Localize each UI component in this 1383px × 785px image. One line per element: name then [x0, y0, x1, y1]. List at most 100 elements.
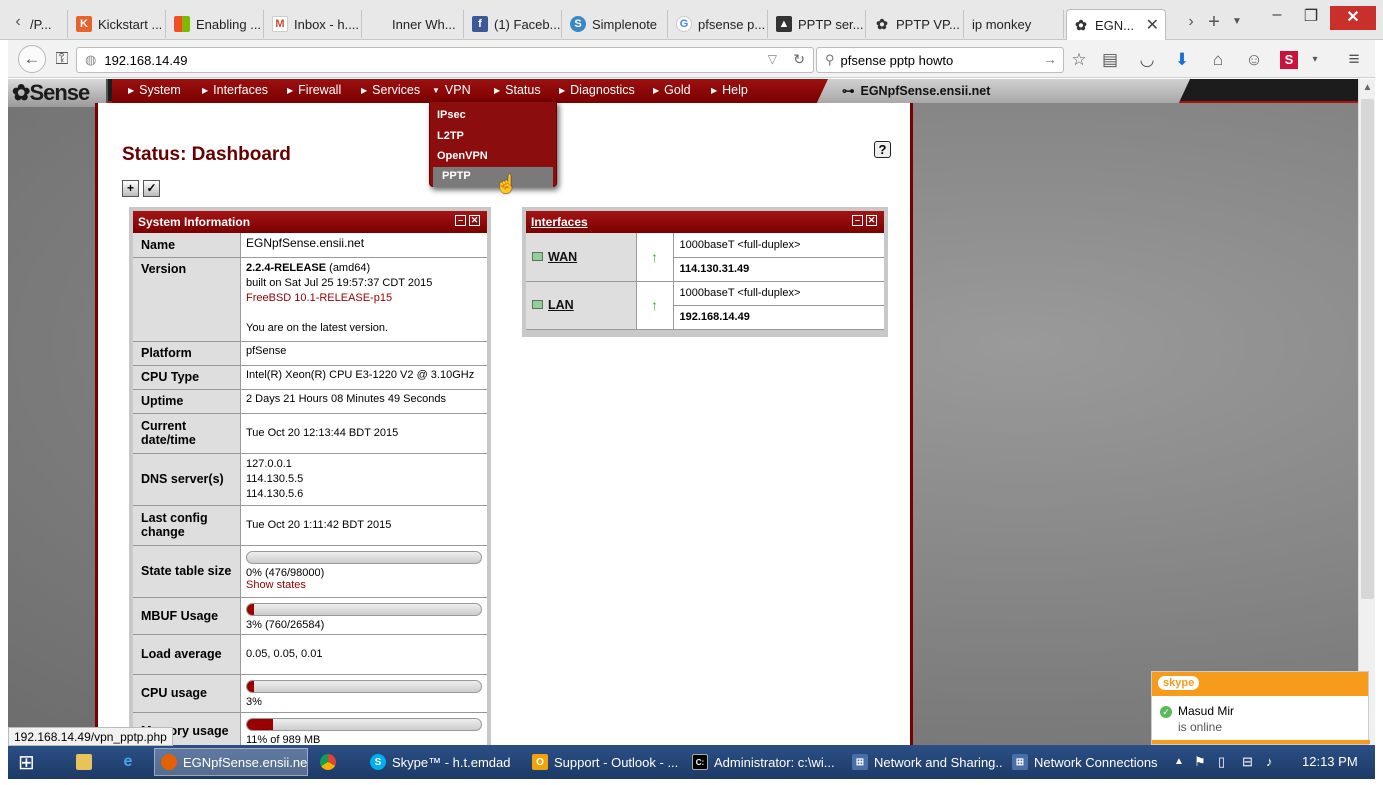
- skype-taskbar-button[interactable]: S Skype™ - h.t.emdad: [364, 748, 522, 776]
- bookmark-star-icon[interactable]: ☆: [1068, 49, 1090, 71]
- network-tray-icon[interactable]: ⊟: [1242, 754, 1253, 770]
- menu-gold[interactable]: ▶ Gold: [653, 83, 691, 97]
- file-explorer-taskbar-button[interactable]: [70, 748, 100, 776]
- page-scrollbar[interactable]: ▲: [1358, 79, 1375, 745]
- menu-system[interactable]: ▶ System: [128, 83, 181, 97]
- url-bar[interactable]: ◍ 192.168.14.49 ▽ ↻: [76, 47, 814, 73]
- network-node-icon: ⊶: [842, 84, 855, 98]
- browser-tab[interactable]: Enabling ...: [168, 10, 264, 38]
- skype-logo: skype: [1158, 676, 1200, 690]
- save-settings-icon[interactable]: ✓: [143, 180, 160, 197]
- addon-s-icon[interactable]: S: [1280, 51, 1298, 69]
- interfaces-title-link[interactable]: Interfaces: [531, 215, 588, 229]
- flag-icon[interactable]: ⚑: [1194, 754, 1206, 770]
- hamburger-menu-icon[interactable]: ≡: [1343, 49, 1365, 71]
- gmail-icon: M: [272, 16, 288, 32]
- interface-name[interactable]: WAN: [548, 250, 577, 264]
- back-button[interactable]: ←: [18, 45, 46, 73]
- browser-tab[interactable]: ▲ PPTP ser...: [770, 10, 866, 38]
- url-text: 192.168.14.49: [104, 52, 188, 68]
- firefox-taskbar-button[interactable]: EGNpfSense.ensii.net...: [154, 748, 308, 776]
- pfsense-logo[interactable]: ✿Sense: [8, 79, 108, 107]
- browser-tab[interactable]: f (1) Faceb...: [466, 10, 562, 38]
- close-tab-icon[interactable]: ✕: [1146, 15, 1159, 35]
- key-icon[interactable]: ⚿: [50, 47, 74, 71]
- simplenote-icon: S: [570, 16, 586, 32]
- skype-icon: S: [370, 754, 386, 770]
- menu-status[interactable]: ▶ Status: [494, 83, 541, 97]
- windows-start-icon[interactable]: ⊞: [18, 750, 35, 775]
- menu-interfaces[interactable]: ▶ Interfaces: [202, 83, 268, 97]
- search-go-icon[interactable]: →: [1043, 51, 1057, 67]
- memory-cell: 11% of 989 MB: [240, 712, 487, 745]
- new-tab-icon[interactable]: +: [1206, 12, 1222, 32]
- interface-name-cell[interactable]: WAN: [526, 233, 637, 282]
- bookmarks-menu-icon[interactable]: ▤: [1099, 49, 1121, 71]
- reload-icon[interactable]: ↻: [793, 51, 805, 68]
- interface-name-cell[interactable]: LAN: [526, 281, 637, 330]
- browser-tab[interactable]: /P...: [24, 10, 68, 38]
- vpn-menu-l2tp[interactable]: L2TP: [430, 127, 556, 147]
- close-widget-icon[interactable]: ✕: [866, 215, 877, 226]
- vpn-menu-openvpn[interactable]: OpenVPN: [430, 147, 556, 167]
- pfsense-tab-icon: ✿: [876, 15, 888, 32]
- power-icon[interactable]: ▯: [1218, 754, 1225, 770]
- tab-scroll-right-icon[interactable]: ›: [1183, 12, 1199, 32]
- menu-firewall[interactable]: ▶ Firewall: [287, 83, 341, 97]
- tab-label: Simplenote: [592, 16, 658, 32]
- globe-icon: ◍: [85, 52, 97, 67]
- search-bar[interactable]: ⚲ pfsense pptp howto →: [816, 47, 1064, 73]
- outlook-taskbar-button[interactable]: O Support - Outlook - ...: [526, 748, 682, 776]
- table-row: Uptime 2 Days 21 Hours 08 Minutes 49 Sec…: [133, 389, 487, 414]
- volume-icon[interactable]: ♪: [1266, 754, 1273, 769]
- pocket-icon[interactable]: ◡: [1136, 49, 1158, 71]
- scroll-thumb[interactable]: [1361, 99, 1374, 599]
- browser-tab[interactable]: G pfsense p...: [670, 10, 768, 38]
- url-dropdown-icon[interactable]: ▽: [768, 52, 777, 66]
- browser-tab[interactable]: S Simplenote: [564, 10, 668, 38]
- browser-tab[interactable]: K Kickstart ...: [70, 10, 166, 38]
- row-value: EGNpfSense.ensii.net: [240, 233, 487, 258]
- show-hidden-icons-icon[interactable]: ▲: [1174, 756, 1184, 767]
- interface-name[interactable]: LAN: [548, 298, 574, 312]
- chrome-taskbar-button[interactable]: [314, 748, 360, 776]
- taskbar-label: EGNpfSense.ensii.net...: [183, 754, 308, 770]
- addon-dropdown-icon[interactable]: ▾: [1304, 49, 1326, 71]
- close-window-icon[interactable]: ✕: [1330, 6, 1376, 30]
- browser-tab[interactable]: M Inbox - h....: [266, 10, 362, 38]
- vpn-menu-ipsec[interactable]: IPsec: [430, 106, 556, 126]
- show-states-link[interactable]: Show states: [246, 579, 306, 591]
- tab-list-icon[interactable]: ▼: [1229, 12, 1245, 32]
- help-icon[interactable]: ?: [874, 141, 891, 158]
- browser-tab[interactable]: Inner Wh...: [364, 10, 464, 38]
- minimize-widget-icon[interactable]: –: [852, 215, 863, 226]
- minimize-widget-icon[interactable]: –: [455, 215, 466, 226]
- search-input[interactable]: pfsense pptp howto: [841, 53, 954, 68]
- skype-notification[interactable]: skype ✓ Masud Mir is online: [1151, 671, 1370, 745]
- ie-taskbar-button[interactable]: e: [114, 748, 144, 776]
- browser-tab[interactable]: ✿ PPTP VP...: [868, 10, 964, 38]
- close-widget-icon[interactable]: ✕: [469, 215, 480, 226]
- scroll-up-icon[interactable]: ▲: [1359, 79, 1376, 96]
- network-sharing-taskbar-button[interactable]: ⊞ Network and Sharing...: [846, 748, 1002, 776]
- network-connections-taskbar-button[interactable]: ⊞ Network Connections: [1006, 748, 1162, 776]
- minimize-window-icon[interactable]: ‒: [1262, 6, 1292, 24]
- taskbar-clock[interactable]: 12:13 PM: [1302, 754, 1358, 769]
- menu-diagnostics[interactable]: ▶ Diagnostics: [559, 83, 635, 97]
- home-icon[interactable]: ⌂: [1207, 49, 1229, 71]
- downloads-icon[interactable]: ⬇: [1171, 49, 1193, 71]
- menu-services[interactable]: ▶ Services: [361, 83, 420, 97]
- browser-tab-active[interactable]: ✿ EGN... ✕: [1066, 9, 1166, 40]
- tab-label: PPTP VP...: [896, 16, 960, 32]
- hello-icon[interactable]: ☺: [1243, 49, 1265, 71]
- table-row: Load average 0.05, 0.05, 0.01: [133, 634, 487, 675]
- add-widget-icon[interactable]: +: [122, 180, 139, 197]
- restore-window-icon[interactable]: ❐: [1296, 6, 1326, 26]
- taskbar-label: Network and Sharing...: [874, 754, 1002, 770]
- cmd-taskbar-button[interactable]: C: Administrator: c:\wi...: [686, 748, 842, 776]
- menu-help[interactable]: ▶ Help: [711, 83, 748, 97]
- vpn-menu-pptp[interactable]: PPTP: [433, 167, 553, 187]
- browser-tab[interactable]: ip monkey: [966, 10, 1064, 38]
- row-label: State table size: [133, 545, 241, 598]
- menu-vpn[interactable]: ▼ VPN: [432, 83, 471, 97]
